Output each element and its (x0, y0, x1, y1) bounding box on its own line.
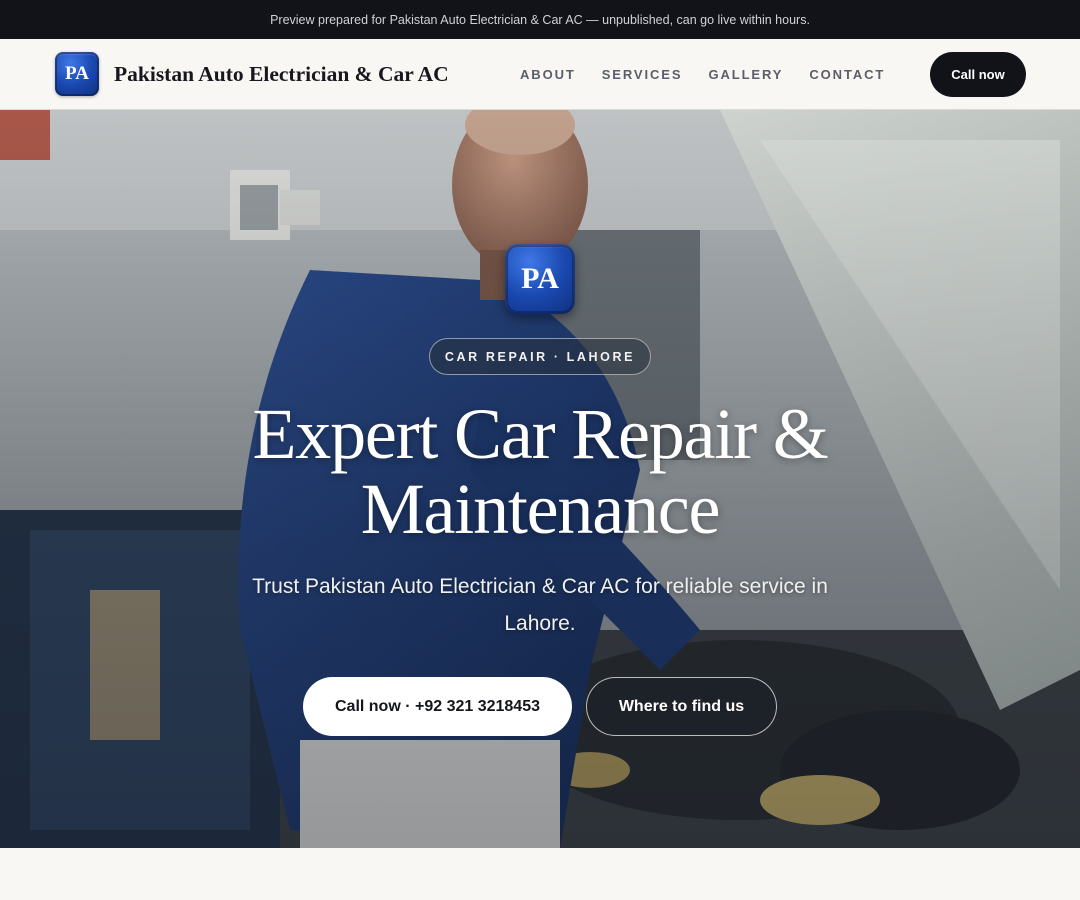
hero-call-button[interactable]: Call now · +92 321 3218453 (303, 677, 572, 736)
nav-link-services[interactable]: SERVICES (602, 67, 683, 82)
hero-subtitle: Trust Pakistan Auto Electrician & Car AC… (252, 575, 828, 635)
nav-link-about[interactable]: ABOUT (520, 67, 576, 82)
header-call-button[interactable]: Call now (930, 52, 1026, 97)
hero-location-button[interactable]: Where to find us (586, 677, 777, 736)
nav-link-contact[interactable]: CONTACT (809, 67, 885, 82)
hero-category-badge: CAR REPAIR · LAHORE (429, 338, 651, 375)
main-nav: ABOUT SERVICES GALLERY CONTACT (507, 39, 898, 109)
nav-link-gallery[interactable]: GALLERY (708, 67, 783, 82)
brand-name[interactable]: Pakistan Auto Electrician & Car AC (114, 62, 449, 87)
hero-title: Expert Car Repair & Maintenance (252, 394, 829, 549)
brand-logo[interactable]: PA (55, 52, 99, 96)
hero-logo: PA (505, 244, 575, 314)
brand[interactable]: PA Pakistan Auto Electrician & Car AC (55, 52, 449, 96)
hero-section: PA CAR REPAIR · LAHORE Expert Car Repair… (0, 110, 1080, 848)
preview-banner: Preview prepared for Pakistan Auto Elect… (0, 0, 1080, 39)
preview-banner-text: Preview prepared for Pakistan Auto Elect… (270, 12, 810, 27)
site-header: PA Pakistan Auto Electrician & Car AC AB… (0, 39, 1080, 110)
